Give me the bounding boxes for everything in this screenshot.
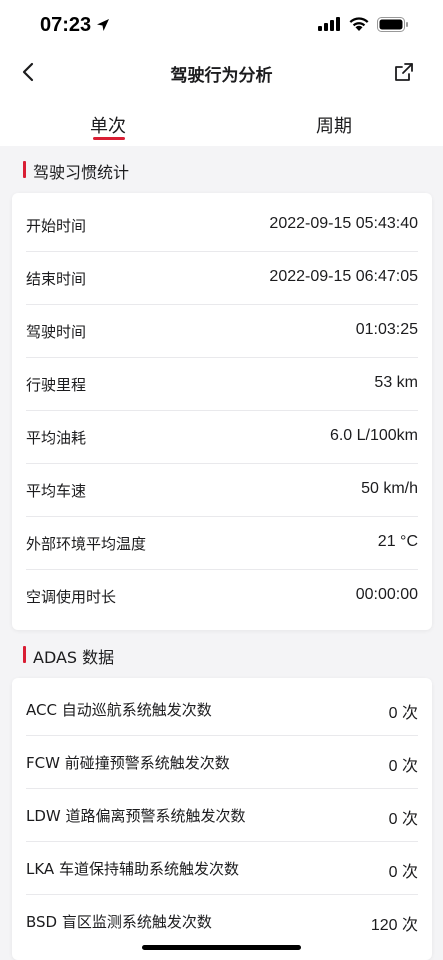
list-item: ACC 自动巡航系统触发次数 0 次 <box>26 683 418 736</box>
section-title-habits: 驾驶习惯统计 <box>33 163 130 182</box>
tab-single[interactable]: 单次 <box>90 112 126 138</box>
habits-card: 开始时间 2022-09-15 05:43:40 结束时间 2022-09-15… <box>12 193 432 630</box>
list-item: 行驶里程 53 km <box>26 358 418 411</box>
list-item: LKA 车道保持辅助系统触发次数 0 次 <box>26 842 418 895</box>
section-header-adas: ADAS 数据 <box>0 640 443 670</box>
row-value: 00:00:00 <box>355 586 418 603</box>
active-tab-indicator <box>93 137 125 140</box>
share-button[interactable] <box>390 58 418 86</box>
row-label: 开始时间 <box>26 217 87 235</box>
row-value: 120 次 <box>370 917 418 934</box>
page-title: 驾驶行为分析 <box>170 66 273 86</box>
row-value: 2022-09-15 05:43:40 <box>269 215 418 232</box>
adas-card: ACC 自动巡航系统触发次数 0 次 FCW 前碰撞预警系统触发次数 0 次 L… <box>12 678 432 960</box>
list-item: 空调使用时长 00:00:00 <box>26 570 418 623</box>
row-label: 平均车速 <box>26 482 87 500</box>
section-header-habits: 驾驶习惯统计 <box>0 155 443 185</box>
row-label: 驾驶时间 <box>26 323 87 341</box>
wifi-icon <box>349 17 369 31</box>
row-label: 行驶里程 <box>26 376 87 394</box>
tab-bar: 单次 周期 <box>0 92 443 146</box>
row-label: FCW 前碰撞预警系统触发次数 <box>26 754 230 772</box>
row-label: LKA 车道保持辅助系统触发次数 <box>26 860 239 878</box>
share-external-icon <box>395 63 413 81</box>
row-label: BSD 盲区监测系统触发次数 <box>26 913 212 931</box>
home-indicator <box>142 945 301 950</box>
cellular-signal-icon <box>318 17 340 31</box>
row-label: ACC 自动巡航系统触发次数 <box>26 701 212 719</box>
row-value: 0 次 <box>388 758 418 775</box>
section-accent-bar <box>23 646 26 663</box>
row-value: 21 °C <box>377 533 418 550</box>
row-label: 平均油耗 <box>26 429 87 447</box>
battery-icon <box>377 17 408 32</box>
status-bar: 07:23 <box>0 0 443 52</box>
row-value: 0 次 <box>388 705 418 722</box>
row-value: 01:03:25 <box>355 321 418 338</box>
section-accent-bar <box>23 161 26 178</box>
list-item: BSD 盲区监测系统触发次数 120 次 <box>26 895 418 948</box>
list-item: FCW 前碰撞预警系统触发次数 0 次 <box>26 736 418 789</box>
row-value: 0 次 <box>388 811 418 828</box>
row-value: 2022-09-15 06:47:05 <box>269 268 418 285</box>
list-item: 驾驶时间 01:03:25 <box>26 305 418 358</box>
row-label: LDW 道路偏离预警系统触发次数 <box>26 807 246 825</box>
row-value: 0 次 <box>388 864 418 881</box>
section-title-adas: ADAS 数据 <box>33 648 115 667</box>
list-item: 外部环境平均温度 21 °C <box>26 517 418 570</box>
tab-period[interactable]: 周期 <box>316 112 352 138</box>
list-item: 平均车速 50 km/h <box>26 464 418 517</box>
row-label: 外部环境平均温度 <box>26 535 147 553</box>
list-item: 开始时间 2022-09-15 05:43:40 <box>26 199 418 252</box>
list-item: 结束时间 2022-09-15 06:47:05 <box>26 252 418 305</box>
list-item: 平均油耗 6.0 L/100km <box>26 411 418 464</box>
row-value: 53 km <box>374 374 418 391</box>
row-label: 空调使用时长 <box>26 588 117 606</box>
row-value: 6.0 L/100km <box>329 427 418 444</box>
list-item: LDW 道路偏离预警系统触发次数 0 次 <box>26 789 418 842</box>
nav-bar: 驾驶行为分析 <box>0 52 443 92</box>
row-value: 50 km/h <box>361 480 418 497</box>
status-time: 07:23 <box>40 14 92 36</box>
row-label: 结束时间 <box>26 270 87 288</box>
location-arrow-icon <box>97 19 109 31</box>
